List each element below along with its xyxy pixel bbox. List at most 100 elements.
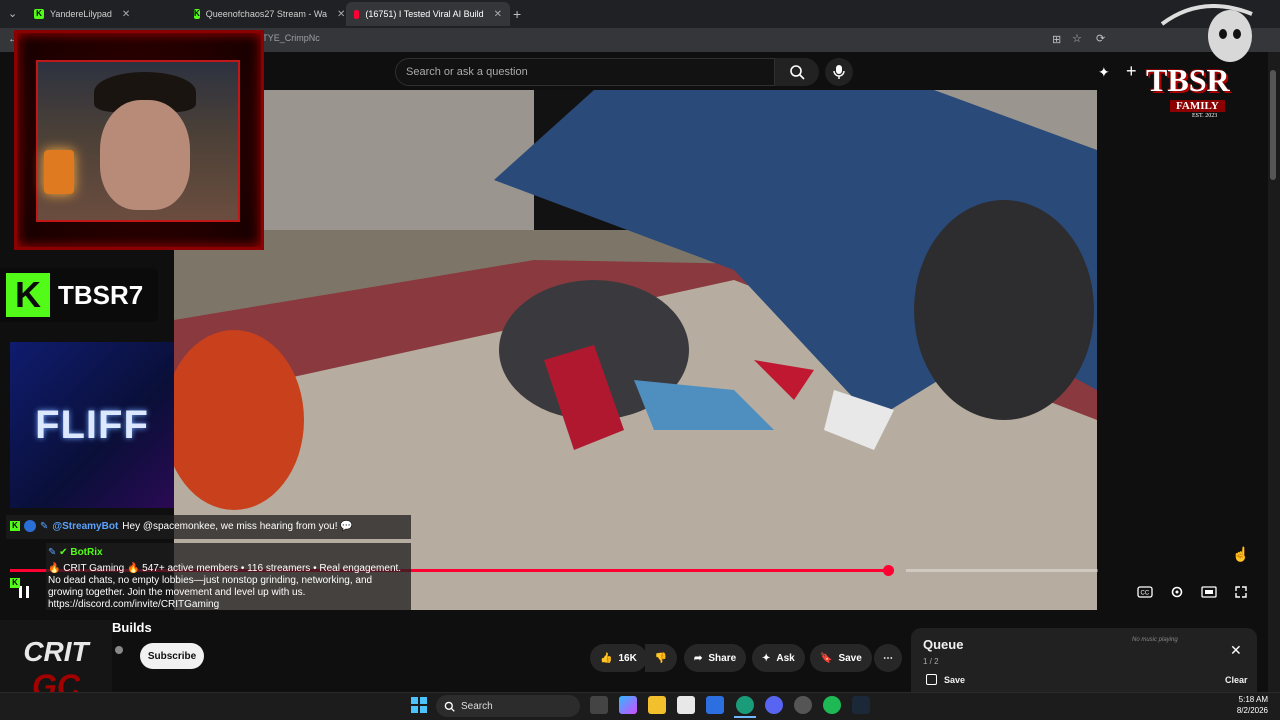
- tab-title: YandereLilypad: [50, 9, 112, 19]
- bot-avatar: [24, 520, 36, 532]
- share-label: Share: [708, 652, 737, 664]
- sparkle-icon: ✦: [762, 652, 771, 664]
- share-button[interactable]: ➦ Share: [684, 644, 747, 672]
- queue-save-button[interactable]: Save: [944, 675, 965, 685]
- youtube-favicon-icon: [354, 9, 360, 19]
- captions-button[interactable]: CC: [1135, 582, 1155, 602]
- thumbs-down-icon: 👎: [654, 652, 668, 664]
- ask-label: Ask: [776, 652, 795, 664]
- bookmark-icon: 🔖: [820, 652, 833, 664]
- discord-icon[interactable]: [765, 696, 783, 714]
- tab-list-icon[interactable]: ⌄: [8, 7, 17, 20]
- windows-start-button[interactable]: [411, 697, 427, 713]
- mail-icon[interactable]: [706, 696, 724, 714]
- refresh-icon[interactable]: ⟳: [1096, 32, 1105, 45]
- chat-message: K ✎ @StreamyBot Hey @spacemonkee, we mis…: [10, 520, 410, 532]
- steam-icon[interactable]: [852, 696, 870, 714]
- create-icon[interactable]: +: [1126, 61, 1137, 82]
- close-icon[interactable]: ✕: [122, 9, 130, 20]
- store-icon[interactable]: [677, 696, 695, 714]
- clock-date: 8/2/2026: [1236, 706, 1268, 715]
- chat-text: Hey @spacemonkee, we miss hearing from y…: [122, 520, 353, 532]
- close-queue-button[interactable]: ✕: [1230, 642, 1242, 659]
- sponsor-banner: FLIFF: [10, 342, 174, 508]
- new-tab-icon[interactable]: +: [513, 6, 521, 22]
- lantern-prop: [44, 150, 74, 194]
- subscribe-button[interactable]: Subscribe: [140, 643, 204, 669]
- fullscreen-button[interactable]: [1231, 582, 1251, 602]
- tab-title: Queenofchaos27 Stream - Wa: [205, 9, 328, 19]
- like-button[interactable]: 👍 16K: [590, 644, 647, 672]
- video-title: Builds: [112, 620, 152, 635]
- more-actions-button[interactable]: ⋯: [874, 644, 902, 672]
- extension-icon[interactable]: ⊞: [1052, 33, 1061, 46]
- queue-title: Queue: [923, 637, 964, 652]
- verified-channel-icon: [115, 646, 123, 654]
- queue-clear-button[interactable]: Clear: [1225, 675, 1248, 685]
- theater-mode-button[interactable]: [1199, 582, 1219, 602]
- kick-badge-icon: K: [10, 574, 20, 592]
- close-icon[interactable]: ✕: [337, 9, 345, 20]
- task-view-icon[interactable]: [590, 696, 608, 714]
- kick-logo-icon: K: [6, 273, 50, 317]
- ask-button[interactable]: ✦ Ask: [752, 644, 805, 672]
- voice-search-button[interactable]: [825, 58, 853, 86]
- tab-title: (16751) I Tested Viral AI Build: [365, 9, 484, 19]
- captions-icon: CC: [1137, 586, 1153, 598]
- crit-logo-top: CRIT: [23, 635, 89, 667]
- kick-username-badge: K TBSR7: [0, 268, 158, 322]
- pencil-badge-icon: ✎: [40, 520, 49, 532]
- tbsr-est-text: EST. 2023: [1192, 113, 1218, 119]
- search-icon: [790, 65, 805, 80]
- no-music-label: No music playing: [1132, 637, 1178, 643]
- fullscreen-icon: [1235, 586, 1247, 598]
- kick-favicon-icon: K: [194, 9, 200, 19]
- search-button[interactable]: [775, 58, 819, 86]
- svg-text:CC: CC: [1141, 591, 1150, 597]
- progress-scrubber[interactable]: [883, 565, 894, 576]
- kick-favicon-icon: K: [34, 9, 44, 19]
- taskbar-search-label: Search: [461, 700, 493, 712]
- windows-logo-icon: [411, 697, 427, 713]
- chat-username: @StreamyBot: [52, 520, 119, 532]
- settings-app-icon[interactable]: [794, 696, 812, 714]
- dislike-button[interactable]: 👎: [645, 644, 677, 672]
- chat-text: 🔥 CRIT Gaming 🔥 547+ active members • 11…: [48, 563, 402, 610]
- chat-username-row: ✎ ✔ BotRix: [48, 547, 103, 558]
- taskbar-search[interactable]: Search: [436, 695, 580, 717]
- active-app-indicator: [734, 716, 756, 718]
- verified-badge-icon: ✔: [59, 547, 68, 558]
- gemini-sparkle-icon[interactable]: ✦: [1098, 64, 1110, 81]
- gear-icon: [1171, 586, 1183, 598]
- file-explorer-icon[interactable]: [648, 696, 666, 714]
- tab-queenofchaos27[interactable]: K Queenofchaos27 Stream - Wa ✕: [186, 2, 346, 26]
- webcam-streamer-face: [100, 100, 190, 210]
- mouse-cursor-icon: ☝: [1232, 546, 1250, 562]
- save-button[interactable]: 🔖 Save: [810, 644, 872, 672]
- save-label: Save: [838, 652, 862, 664]
- kick-username: TBSR7: [58, 279, 144, 310]
- settings-button[interactable]: [1167, 582, 1187, 602]
- tbsr-family-text: FAMILY: [1170, 100, 1225, 112]
- more-icon: ⋯: [883, 652, 893, 664]
- tab-youtube-video[interactable]: (16751) I Tested Viral AI Build ✕: [346, 2, 510, 26]
- sidebar-area: [1097, 90, 1268, 610]
- edge-browser-icon[interactable]: [736, 696, 754, 714]
- like-count: 16K: [618, 652, 637, 664]
- pencil-badge-icon: ✎: [48, 547, 57, 558]
- save-checkbox[interactable]: [926, 674, 937, 685]
- search-input[interactable]: Search or ask a question: [395, 58, 775, 86]
- progress-track[interactable]: [906, 569, 1098, 572]
- spotify-icon[interactable]: [823, 696, 841, 714]
- sponsor-name: FLIFF: [35, 402, 149, 447]
- search-icon: [444, 701, 455, 712]
- microphone-icon: [833, 65, 845, 79]
- tbsr-logo-text: TBSR: [1146, 62, 1230, 98]
- pause-icon: [19, 586, 29, 598]
- tab-yanderelilypad[interactable]: K YandereLilypad ✕: [26, 2, 186, 26]
- share-icon: ➦: [694, 652, 703, 664]
- close-icon[interactable]: ✕: [494, 9, 502, 20]
- bookmark-star-icon[interactable]: ☆: [1072, 32, 1082, 45]
- system-clock[interactable]: 5:18 AM 8/2/2026: [1212, 694, 1268, 716]
- copilot-icon[interactable]: [619, 696, 637, 714]
